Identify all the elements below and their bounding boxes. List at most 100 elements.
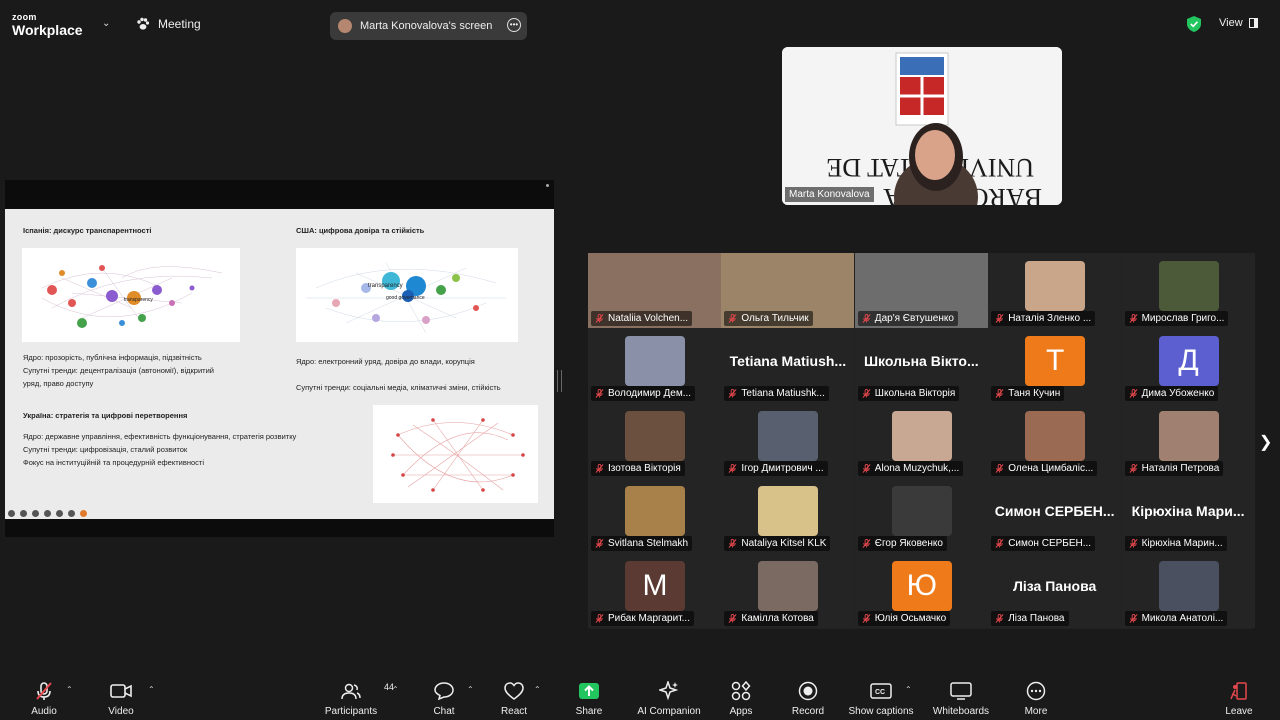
participant-tile[interactable]: Ліза Панова Ліза Панова bbox=[988, 553, 1122, 628]
leave-button[interactable]: Leave bbox=[1224, 671, 1254, 720]
participants-button[interactable]: 44 Participants bbox=[322, 671, 394, 720]
participants-options-caret-icon[interactable]: ⌃ bbox=[392, 685, 399, 694]
mic-muted-icon bbox=[595, 314, 604, 323]
participant-name: Svitlana Stelmakh bbox=[608, 538, 689, 549]
participant-name-label: Svitlana Stelmakh bbox=[591, 536, 693, 551]
mic-muted-icon bbox=[728, 614, 737, 623]
mic-muted-icon bbox=[995, 539, 1004, 548]
ai-companion-button[interactable]: AI Companion bbox=[635, 671, 703, 720]
participant-name-label: Юлія Осьмачко bbox=[857, 611, 951, 626]
video-options-caret-icon[interactable]: ⌃ bbox=[148, 685, 155, 694]
participant-tile[interactable]: Ізотова Вікторія bbox=[588, 403, 721, 478]
slides-icon[interactable] bbox=[44, 510, 51, 517]
whiteboard-icon bbox=[950, 682, 972, 700]
participant-tile[interactable]: Мирослав Григо... bbox=[1121, 253, 1255, 328]
camera-icon[interactable] bbox=[56, 510, 63, 517]
shield-check-icon[interactable] bbox=[1187, 16, 1201, 32]
participant-tile[interactable]: Ю Юлія Осьмачко bbox=[854, 553, 988, 628]
participant-avatar bbox=[625, 486, 685, 536]
meeting-info-button[interactable]: Meeting bbox=[136, 17, 201, 31]
menu-icon[interactable] bbox=[68, 510, 75, 517]
presentation-slide: Іспанія: дискурс транспарентності transp… bbox=[5, 209, 554, 519]
split-handle[interactable] bbox=[557, 370, 562, 392]
participant-name: Микола Анатолі... bbox=[1141, 613, 1224, 624]
participant-tile[interactable]: Alona Muzychuk,... bbox=[854, 403, 988, 478]
participant-name-label: Дима Убоженко bbox=[1124, 386, 1219, 401]
participant-tile[interactable]: Кірюхіна Мари... Кірюхіна Марин... bbox=[1121, 478, 1255, 553]
participant-tile[interactable]: Nataliia Volchen... bbox=[588, 253, 721, 328]
pointer-icon[interactable] bbox=[80, 510, 87, 517]
mic-muted-icon bbox=[862, 314, 871, 323]
shared-screen[interactable]: Іспанія: дискурс транспарентності transp… bbox=[5, 180, 554, 537]
participant-name: Наталія Петрова bbox=[1141, 463, 1220, 474]
participant-tile[interactable]: Ігор Дмитрович ... bbox=[721, 403, 855, 478]
participant-name-label: Ліза Панова bbox=[991, 611, 1069, 626]
mic-muted-icon bbox=[862, 539, 871, 548]
participant-tile[interactable]: Дар'я Євтушенко bbox=[854, 253, 988, 328]
chat-options-caret-icon[interactable]: ⌃ bbox=[467, 685, 474, 694]
more-button[interactable]: More bbox=[1022, 671, 1050, 720]
participant-tile[interactable]: Єгор Яковенко bbox=[854, 478, 988, 553]
participant-name: Єгор Яковенко bbox=[874, 538, 943, 549]
zoom-icon[interactable] bbox=[32, 510, 39, 517]
apps-button[interactable]: Apps bbox=[727, 671, 755, 720]
react-button[interactable]: React bbox=[500, 671, 528, 720]
mic-muted-icon bbox=[1129, 539, 1138, 548]
mic-muted-icon bbox=[595, 389, 604, 398]
participant-tile[interactable]: Tetiana Matiush... Tetiana Matiushk... bbox=[721, 328, 855, 403]
mic-muted-icon bbox=[995, 314, 1004, 323]
mic-muted-icon bbox=[995, 614, 1004, 623]
participant-initial-avatar: М bbox=[625, 561, 685, 611]
participant-tile[interactable]: Камілла Котова bbox=[721, 553, 855, 628]
slide-toolbar[interactable] bbox=[8, 510, 87, 517]
audio-options-caret-icon[interactable]: ⌃ bbox=[66, 685, 73, 694]
participant-avatar bbox=[758, 411, 819, 461]
whiteboards-button[interactable]: Whiteboards bbox=[930, 671, 992, 720]
participant-tile[interactable]: Д Дима Убоженко bbox=[1121, 328, 1255, 403]
usa-core: Ядро: електронний уряд, довіра до влади,… bbox=[296, 357, 475, 366]
participant-name: Tetiana Matiushk... bbox=[741, 388, 825, 399]
chevron-down-icon[interactable]: ⌄ bbox=[102, 18, 110, 29]
participant-tile[interactable]: Svitlana Stelmakh bbox=[588, 478, 721, 553]
mic-muted-icon bbox=[1129, 314, 1138, 323]
participant-tile[interactable]: М Рибак Маргарит... bbox=[588, 553, 721, 628]
view-button[interactable]: View bbox=[1219, 17, 1258, 29]
more-options-icon[interactable]: ••• bbox=[507, 18, 521, 32]
participant-tile[interactable]: Наталія Петрова bbox=[1121, 403, 1255, 478]
spain-line-1: Ядро: прозорість, публічна інформація, п… bbox=[23, 353, 202, 362]
whiteboards-label: Whiteboards bbox=[932, 706, 990, 717]
participant-avatar bbox=[1025, 411, 1086, 461]
participant-tile[interactable]: Ольга Тильчик bbox=[721, 253, 855, 328]
screen-share-pill[interactable]: Marta Konovalova's screen ••• bbox=[330, 12, 527, 40]
participant-tile[interactable]: Nataliya Kitsel KLK bbox=[721, 478, 855, 553]
participant-tile[interactable]: Володимир Дем... bbox=[588, 328, 721, 403]
participant-display-name: Ліза Панова bbox=[1013, 578, 1097, 594]
participant-tile[interactable]: Микола Анатолі... bbox=[1121, 553, 1255, 628]
participant-name-label: Nataliya Kitsel KLK bbox=[724, 536, 831, 551]
share-label: Share bbox=[575, 706, 603, 717]
share-button[interactable]: Share bbox=[574, 671, 604, 720]
participant-avatar bbox=[758, 486, 819, 536]
heart-icon bbox=[504, 682, 524, 700]
record-button[interactable]: Record bbox=[790, 671, 826, 720]
participant-name: Володимир Дем... bbox=[608, 388, 692, 399]
participant-initial-avatar: Д bbox=[1158, 336, 1219, 386]
speaker-name: Marta Konovalova bbox=[785, 187, 874, 202]
captions-options-caret-icon[interactable]: ⌃ bbox=[905, 685, 912, 694]
pen-icon[interactable] bbox=[20, 510, 27, 517]
react-options-caret-icon[interactable]: ⌃ bbox=[534, 685, 541, 694]
captions-button[interactable]: CC Show captions bbox=[846, 671, 916, 720]
participant-tile[interactable]: Олена Цимбаліс... bbox=[988, 403, 1122, 478]
back-icon[interactable] bbox=[8, 510, 15, 517]
participant-tile[interactable]: Т Таня Кучин bbox=[988, 328, 1122, 403]
participant-tile[interactable]: Симон СЕРБЕН... Симон СЕРБЕН... bbox=[988, 478, 1122, 553]
participant-tile[interactable]: Наталія Зленко ... bbox=[988, 253, 1122, 328]
video-button[interactable]: Video bbox=[104, 671, 138, 720]
active-speaker-video[interactable]: UNIVERSITAT DE BARCELONA Marta Konovalov… bbox=[782, 47, 1062, 205]
ukraine-line-2: Супутні тренди: цифровізація, сталий роз… bbox=[23, 445, 188, 454]
next-page-icon[interactable]: ❯ bbox=[1259, 432, 1272, 452]
audio-button[interactable]: Audio bbox=[28, 671, 60, 720]
chat-button[interactable]: Chat bbox=[430, 671, 458, 720]
participant-tile[interactable]: Школьна Вікто... Школьна Вікторія bbox=[854, 328, 988, 403]
svg-text:good governance: good governance bbox=[386, 295, 425, 301]
